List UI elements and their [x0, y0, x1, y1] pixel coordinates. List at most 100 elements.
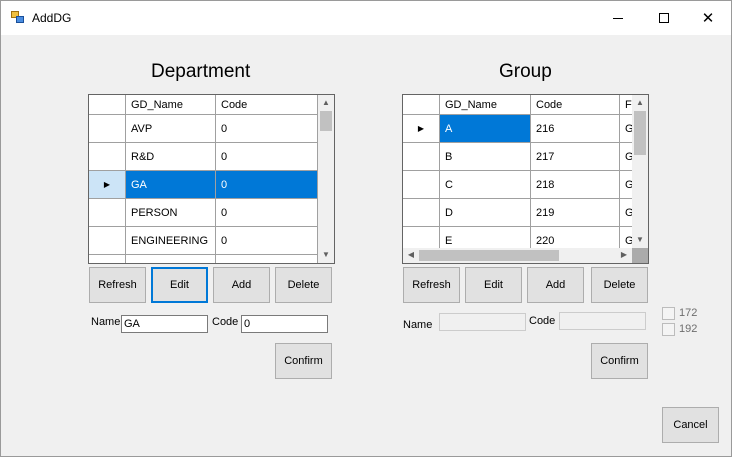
group-code-label: Code: [529, 315, 556, 327]
table-row[interactable]: B 217 G: [403, 143, 632, 171]
checkbox-172[interactable]: [662, 307, 675, 320]
cell-extra[interactable]: G: [620, 143, 632, 171]
maximize-button[interactable]: [641, 1, 687, 35]
cell-code[interactable]: 0: [216, 115, 318, 143]
cell-extra[interactable]: G: [620, 171, 632, 199]
cell-extra[interactable]: G: [620, 199, 632, 227]
cell-gd-name[interactable]: D: [440, 199, 531, 227]
scroll-left-icon[interactable]: ◀: [406, 251, 416, 259]
cell-gd-name[interactable]: A: [440, 115, 531, 143]
cell-gd-name[interactable]: AVP: [126, 115, 216, 143]
cell-code[interactable]: 0: [216, 227, 318, 255]
department-name-field[interactable]: GA: [121, 315, 208, 333]
table-row-selected[interactable]: ▶ GA 0: [89, 171, 318, 199]
row-header[interactable]: [89, 199, 126, 227]
table-row[interactable]: [89, 255, 318, 263]
row-header[interactable]: [403, 143, 440, 171]
group-code-field[interactable]: [559, 312, 646, 330]
row-header-corner: [89, 95, 126, 115]
department-refresh-button[interactable]: Refresh: [89, 267, 146, 303]
column-header-f[interactable]: F: [620, 95, 632, 115]
table-row[interactable]: AVP 0: [89, 115, 318, 143]
column-header-gd-name[interactable]: GD_Name: [126, 95, 216, 115]
checkbox-192[interactable]: [662, 323, 675, 336]
group-grid[interactable]: GD_Name Code F ▶ A 216 G B 217 G C 218 G: [402, 94, 649, 264]
table-row-current[interactable]: ▶ A 216 G: [403, 115, 632, 143]
scroll-thumb[interactable]: [419, 250, 559, 261]
current-row-arrow-icon: ▶: [103, 180, 111, 189]
cell-gd-name[interactable]: R&D: [126, 143, 216, 171]
cell-code[interactable]: 217: [531, 143, 620, 171]
minimize-button[interactable]: [595, 1, 641, 35]
department-code-field[interactable]: 0: [241, 315, 328, 333]
cell-code[interactable]: 0: [216, 199, 318, 227]
close-button[interactable]: ✕: [685, 1, 731, 35]
table-row[interactable]: ENGINEERING 0: [89, 227, 318, 255]
cell-extra[interactable]: G: [620, 115, 632, 143]
column-header-code[interactable]: Code: [531, 95, 620, 115]
cell-gd-name[interactable]: E: [440, 227, 531, 248]
department-grid-header: GD_Name Code: [89, 95, 318, 115]
group-edit-button[interactable]: Edit: [465, 267, 522, 303]
row-header[interactable]: ▶: [403, 115, 440, 143]
scroll-down-icon[interactable]: ▼: [632, 236, 648, 244]
window-title: AddDG: [32, 11, 72, 25]
department-code-label: Code: [212, 316, 239, 328]
group-name-field[interactable]: [439, 313, 526, 331]
cell-gd-name[interactable]: B: [440, 143, 531, 171]
scroll-down-icon[interactable]: ▼: [318, 251, 334, 259]
department-vertical-scrollbar[interactable]: ▲ ▼: [318, 95, 334, 263]
table-row[interactable]: R&D 0: [89, 143, 318, 171]
group-add-button[interactable]: Add: [527, 267, 584, 303]
table-row[interactable]: E 220 G: [403, 227, 632, 248]
scroll-right-icon[interactable]: ▶: [619, 251, 629, 259]
scroll-thumb[interactable]: [634, 111, 646, 155]
cell-code[interactable]: 216: [531, 115, 620, 143]
cell-extra[interactable]: G: [620, 227, 632, 248]
group-confirm-button[interactable]: Confirm: [591, 343, 648, 379]
column-header-code[interactable]: Code: [216, 95, 318, 115]
table-row[interactable]: C 218 G: [403, 171, 632, 199]
row-header[interactable]: [403, 227, 440, 248]
table-row[interactable]: D 219 G: [403, 199, 632, 227]
department-add-button[interactable]: Add: [213, 267, 270, 303]
department-grid[interactable]: GD_Name Code AVP 0 R&D 0 ▶ GA 0 PERSON 0…: [88, 94, 335, 264]
row-header[interactable]: [89, 115, 126, 143]
scroll-up-icon[interactable]: ▲: [318, 99, 334, 107]
cell-code[interactable]: 220: [531, 227, 620, 248]
group-vertical-scrollbar[interactable]: ▲ ▼: [632, 95, 648, 248]
table-row[interactable]: PERSON 0: [89, 199, 318, 227]
close-icon: ✕: [701, 9, 715, 27]
department-confirm-button[interactable]: Confirm: [275, 343, 332, 379]
checkbox-192-label: 192: [679, 323, 698, 335]
app-icon: [11, 11, 25, 24]
cell-code[interactable]: 0: [216, 171, 318, 199]
cell-gd-name[interactable]: ENGINEERING: [126, 227, 216, 255]
cell-gd-name[interactable]: C: [440, 171, 531, 199]
group-horizontal-scrollbar[interactable]: ◀ ▶: [403, 248, 632, 263]
minimize-icon: [613, 17, 623, 19]
group-name-label: Name: [403, 319, 433, 331]
scroll-thumb[interactable]: [320, 111, 332, 131]
scroll-up-icon[interactable]: ▲: [632, 99, 648, 107]
row-header[interactable]: [403, 171, 440, 199]
cell-gd-name[interactable]: GA: [126, 171, 216, 199]
department-edit-button[interactable]: Edit: [151, 267, 208, 303]
title-bar: AddDG ✕: [1, 1, 731, 35]
current-row-arrow-icon: ▶: [417, 124, 425, 133]
cancel-button[interactable]: Cancel: [662, 407, 719, 443]
cell-code[interactable]: 219: [531, 199, 620, 227]
department-delete-button[interactable]: Delete: [275, 267, 332, 303]
column-header-gd-name[interactable]: GD_Name: [440, 95, 531, 115]
group-heading: Group: [499, 61, 552, 82]
checkbox-172-label: 172: [679, 307, 698, 319]
row-header[interactable]: [89, 143, 126, 171]
cell-code[interactable]: 0: [216, 143, 318, 171]
cell-gd-name[interactable]: PERSON: [126, 199, 216, 227]
row-header[interactable]: [89, 227, 126, 255]
cell-code[interactable]: 218: [531, 171, 620, 199]
group-refresh-button[interactable]: Refresh: [403, 267, 460, 303]
row-header[interactable]: [403, 199, 440, 227]
group-delete-button[interactable]: Delete: [591, 267, 648, 303]
row-header[interactable]: ▶: [89, 171, 126, 199]
